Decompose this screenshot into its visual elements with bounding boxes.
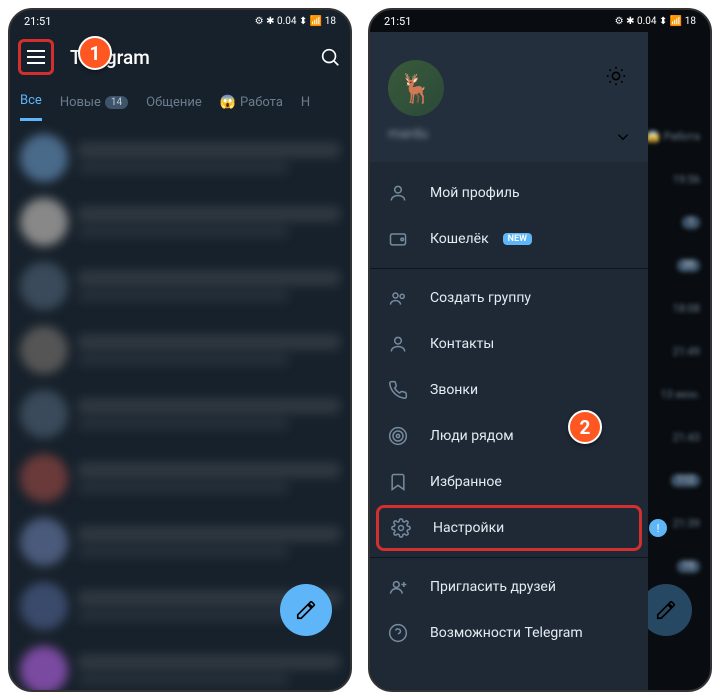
tab-badge: 14 [105,96,128,109]
chat-row[interactable] [10,318,350,382]
menu-settings[interactable]: Настройки ! [376,505,642,551]
left-screenshot: 1 21:51 ⚙ ✱ 0.04 ⬍ 📶 18 Telegram Все Нов… [8,8,352,692]
menu-wallet[interactable]: Кошелёк NEW [370,216,648,262]
status-bar: 21:51 ⚙ ✱ 0.04 ⬍ 📶 18 [370,10,710,32]
tab-chat[interactable]: Общение [146,95,202,110]
tab-all[interactable]: Все [20,93,42,121]
tab-more[interactable]: Н [301,95,310,110]
navigation-drawer: mardu Мой профиль Кошелёк NEW Создать гр… [370,32,648,690]
status-indicators: ⚙ ✱ 0.04 ⬍ 📶 18 [615,16,696,27]
phone-icon [388,380,408,400]
menu-invite[interactable]: Пригласить друзей [370,564,648,610]
help-icon [388,623,408,643]
chat-row[interactable] [10,254,350,318]
status-indicators: ⚙ ✱ 0.04 ⬍ 📶 18 [255,16,336,27]
menu-separator [370,268,648,269]
menu-faq[interactable]: Возможности Telegram [370,610,648,656]
new-badge: NEW [503,233,532,245]
chat-row[interactable] [10,190,350,254]
user-avatar[interactable] [388,60,444,116]
bookmark-icon [388,472,408,492]
contacts-icon [388,334,408,354]
notification-dot: ! [649,519,667,537]
drawer-header: mardu [370,32,648,162]
nearby-icon [388,426,408,446]
hamburger-menu-button[interactable] [18,39,54,75]
tab-bar: Все Новые14 Общение 😱Работа Н [10,82,350,122]
status-time: 21:51 [24,15,51,28]
chat-row[interactable] [10,510,350,574]
menu-nearby[interactable]: Люди рядом [370,413,648,459]
wallet-icon [388,229,408,249]
compose-fab[interactable] [280,584,332,636]
menu-separator [370,557,648,558]
tab-new[interactable]: Новые14 [60,95,128,110]
menu-saved[interactable]: Избранное [370,459,648,505]
tab-work[interactable]: 😱Работа [220,95,283,110]
app-bar: Telegram [10,32,350,82]
drawer-username: mardu [388,126,630,142]
chat-row[interactable] [10,446,350,510]
status-bar: 21:51 ⚙ ✱ 0.04 ⬍ 📶 18 [10,10,350,32]
background-chat-preview: 😱Работа 19:56 1 39 18:08 21:49 13 июн. 2… [640,120,710,583]
invite-icon [388,577,408,597]
menu-contacts[interactable]: Контакты [370,321,648,367]
gear-icon [391,518,411,538]
menu-calls[interactable]: Звонки [370,367,648,413]
expand-accounts-icon[interactable] [614,128,632,150]
right-screenshot: 😱Работа 19:56 1 39 18:08 21:49 13 июн. 2… [368,8,712,692]
menu-new-group[interactable]: Создать группу [370,275,648,321]
theme-toggle-icon[interactable] [602,62,630,90]
annotation-marker-2: 2 [568,410,602,444]
annotation-marker-1: 1 [78,36,112,70]
search-icon[interactable] [318,45,342,69]
chat-row[interactable] [10,382,350,446]
chat-row[interactable] [10,126,350,190]
chat-row[interactable] [10,638,350,692]
menu-profile[interactable]: Мой профиль [370,170,648,216]
drawer-menu: Мой профиль Кошелёк NEW Создать группу К… [370,162,648,664]
group-icon [388,288,408,308]
profile-icon [388,183,408,203]
status-time: 21:51 [384,15,411,28]
